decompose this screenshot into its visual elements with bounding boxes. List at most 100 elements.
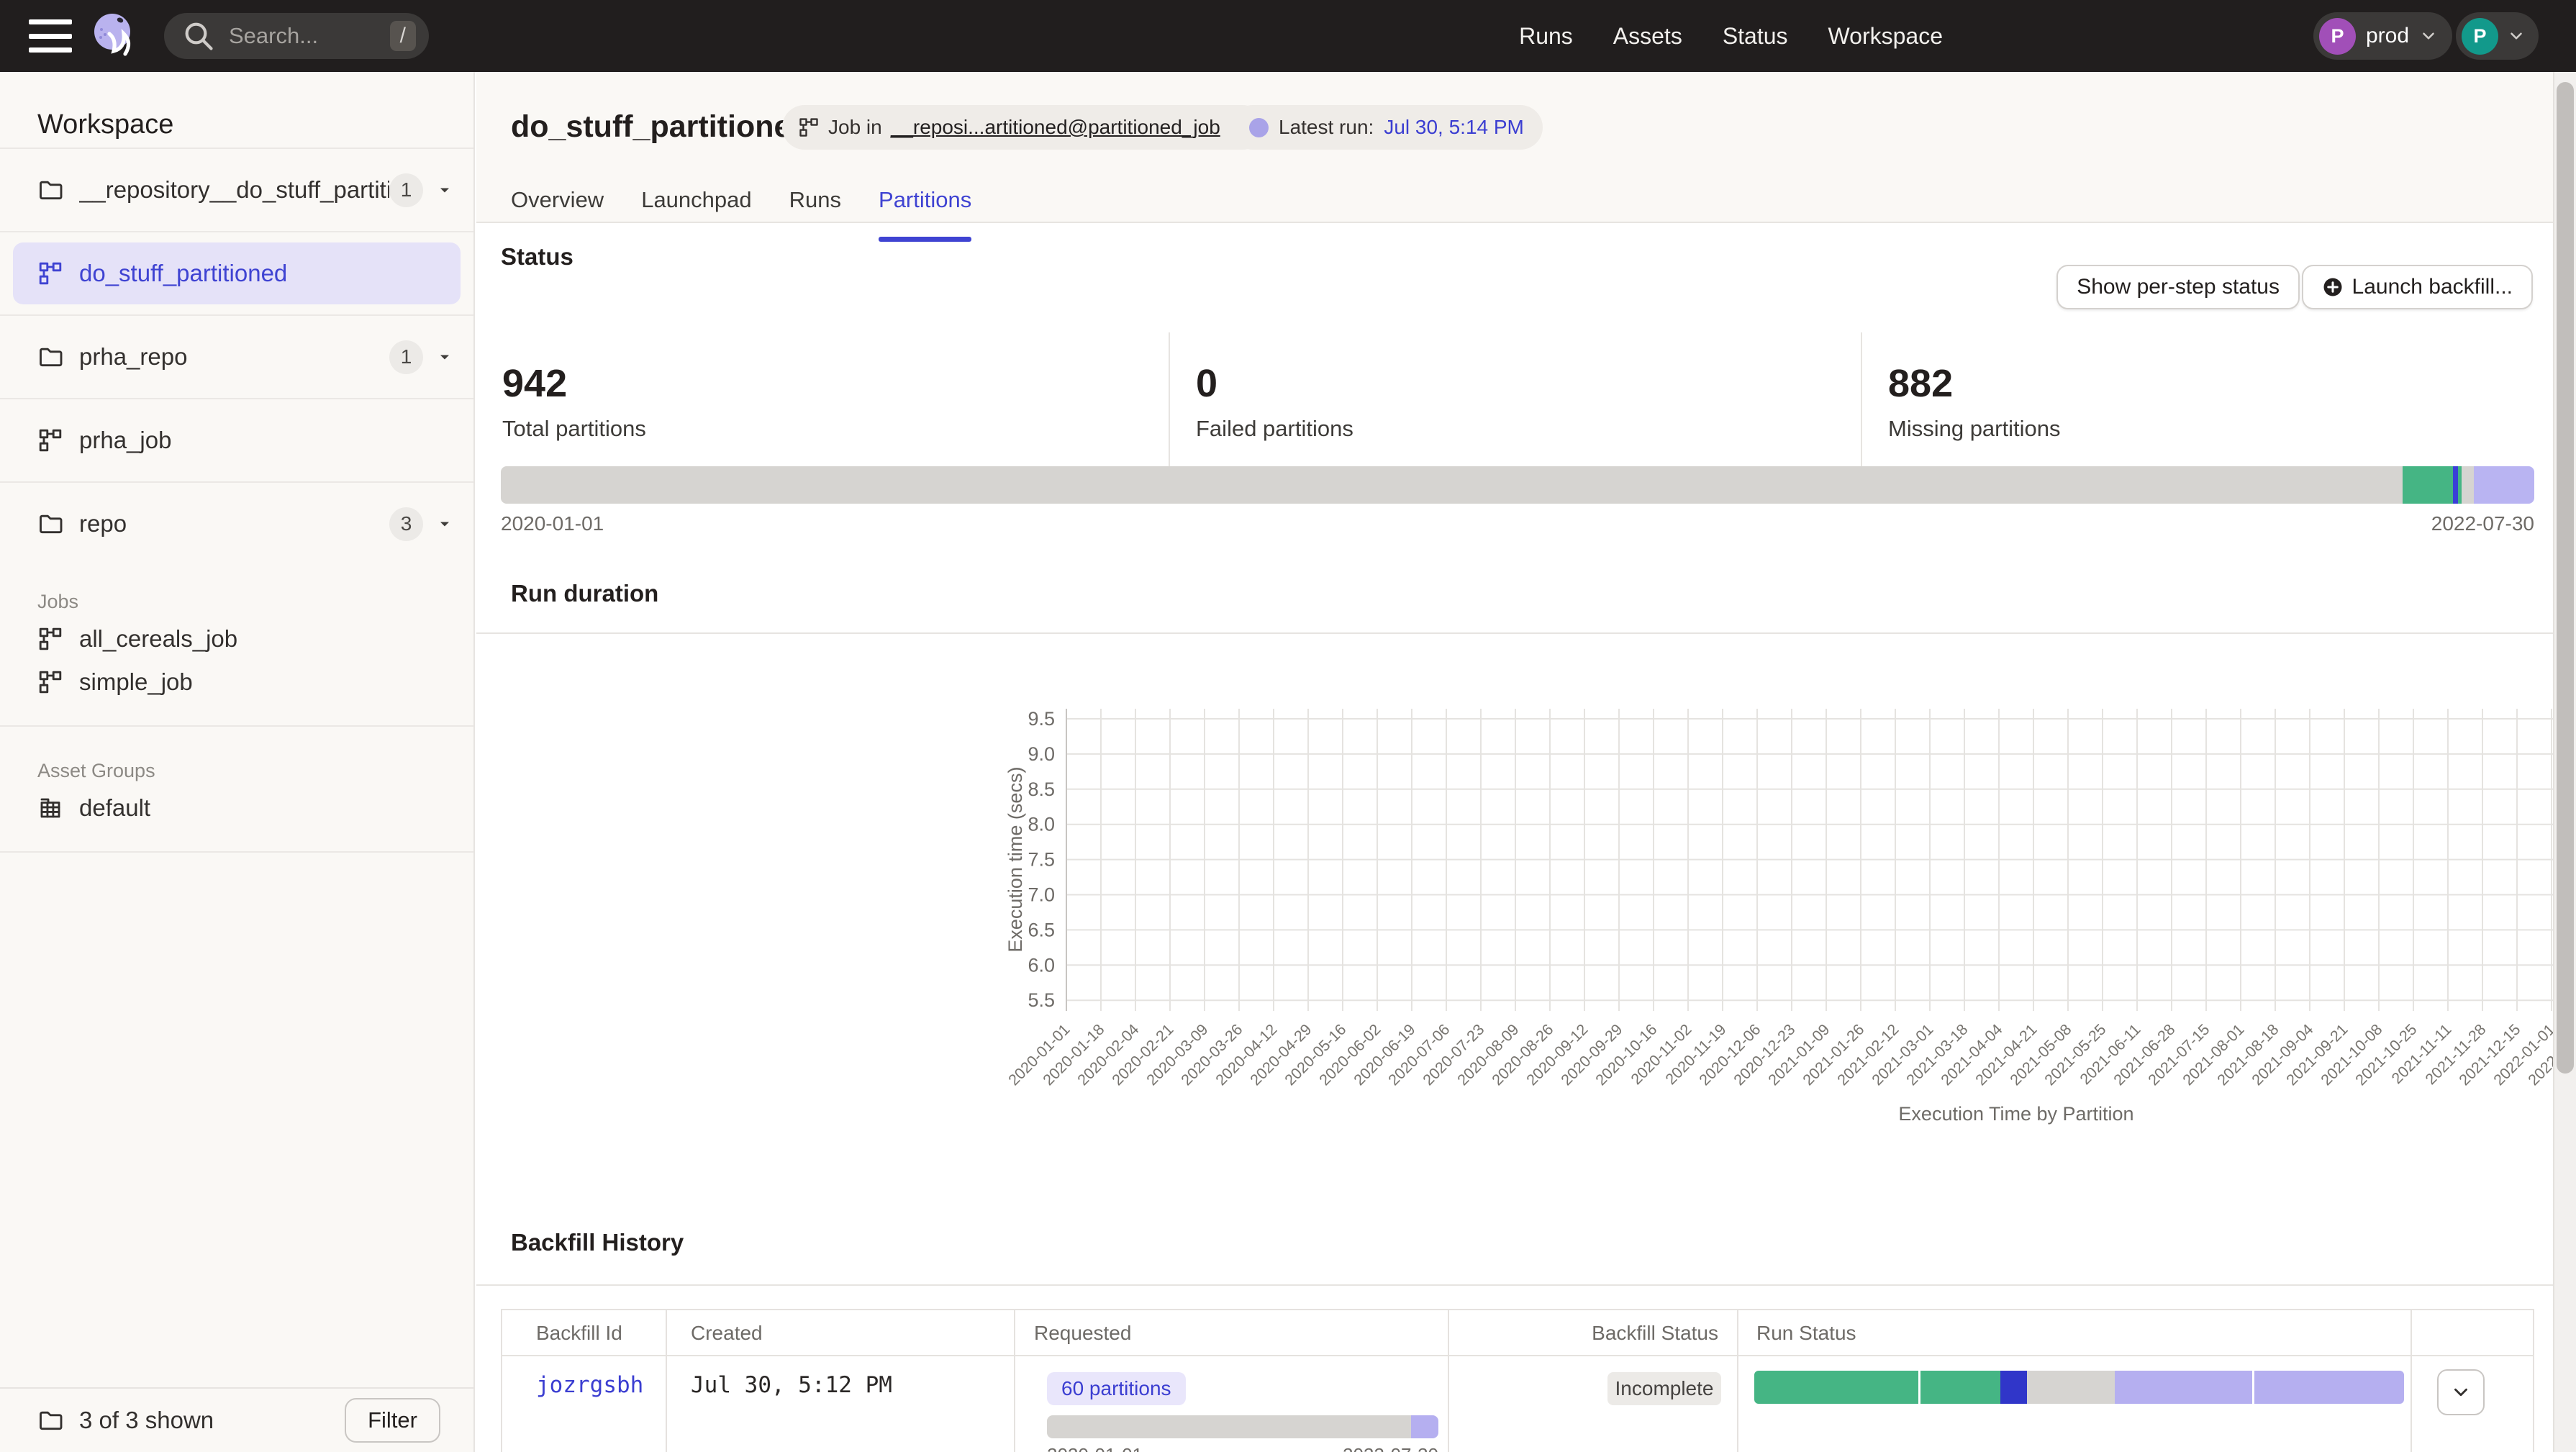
column-header-run-status: Run Status [1756, 1322, 1856, 1345]
sidebar-item-label: do_stuff_partitioned [79, 260, 473, 287]
scrollbar-thumb[interactable] [2557, 82, 2574, 1074]
tab-partitions[interactable]: Partitions [879, 187, 971, 223]
user-avatar: P [2462, 18, 2498, 55]
user-menu[interactable]: P [2456, 12, 2539, 60]
divider [0, 725, 473, 727]
bar-segment [1047, 1415, 1411, 1438]
table-header: Backfill IdCreatedRequestedBackfill Stat… [502, 1310, 2533, 1356]
column-header-backfill-id: Backfill Id [536, 1322, 622, 1345]
main-content: do_stuff_partitioned Job in __reposi...a… [476, 72, 2553, 1452]
stat-label: Missing partitions [1888, 416, 2533, 442]
expand-caret-icon[interactable] [436, 348, 453, 366]
expand-caret-icon[interactable] [436, 515, 453, 532]
folder-icon [37, 511, 63, 537]
sidebar-item-all-cereals-job[interactable]: all_cereals_job [0, 617, 473, 661]
dagster-app: Search... / Runs Assets Status Workspace P … [0, 0, 2576, 1452]
search-icon [178, 16, 219, 56]
grid-icon [37, 795, 63, 821]
chevron-down-icon [2507, 27, 2526, 45]
svg-text:9.0: 9.0 [1028, 743, 1055, 765]
svg-text:7.5: 7.5 [1028, 849, 1055, 871]
range-end: 2022-07-30 [1343, 1444, 1438, 1452]
run-duration-chart: 9.59.08.58.07.57.06.56.05.5Execution tim… [476, 633, 2553, 1209]
column-header-created: Created [691, 1322, 763, 1345]
launch-backfill-button[interactable]: Launch backfill... [2302, 265, 2533, 309]
repo-count-label: 3 of 3 shown [79, 1407, 345, 1434]
bar-segment [2474, 466, 2534, 504]
deployment-label: prod [2366, 24, 2409, 48]
column-divider [2411, 1310, 2412, 1452]
partition-range-end: 2022-07-30 [2431, 512, 2534, 535]
job-count-badge: 1 [389, 173, 423, 207]
requested-partitions-chip[interactable]: 60 partitions [1047, 1372, 1186, 1405]
partition-status-bar[interactable] [501, 466, 2534, 504]
sidebar-item--repository-do-stuff-partitio-[interactable]: __repository__do_stuff_partitio...1 [0, 148, 473, 231]
job-count-badge: 3 [389, 507, 423, 541]
nav-link-assets[interactable]: Assets [1613, 23, 1682, 50]
expand-caret-icon[interactable] [436, 181, 453, 199]
nav-link-runs[interactable]: Runs [1519, 23, 1573, 50]
bar-segment [1411, 1415, 1438, 1438]
hamburger-menu-icon[interactable] [29, 19, 72, 53]
top-nav: Search... / Runs Assets Status Workspace P … [0, 0, 2576, 72]
job-origin-link[interactable]: __reposi...artitioned@partitioned_job [891, 116, 1220, 139]
bar-segment [2254, 1371, 2404, 1404]
job-icon [798, 117, 820, 138]
requested-range-labels: 2020-01-01 2022-07-30 [1047, 1444, 1438, 1452]
backfill-status-tag: Incomplete [1607, 1372, 1721, 1405]
run-status-bar[interactable] [1754, 1371, 2404, 1404]
filter-button[interactable]: Filter [345, 1398, 440, 1443]
search-input[interactable]: Search... / [164, 13, 429, 59]
sidebar-title: Workspace [37, 109, 173, 140]
sidebar-item-label: simple_job [79, 668, 193, 696]
sidebar-item-label: default [79, 794, 150, 822]
divider [0, 851, 473, 853]
nav-link-workspace[interactable]: Workspace [1828, 23, 1943, 50]
column-divider [1448, 1310, 1449, 1452]
page-title: do_stuff_partitioned [511, 109, 810, 145]
nav-link-status[interactable]: Status [1723, 23, 1788, 50]
sidebar-item-repo[interactable]: repo3 [0, 481, 473, 565]
bar-segment [1920, 1371, 2000, 1404]
created-cell: Jul 30, 5:12 PM [691, 1372, 892, 1398]
range-start: 2020-01-01 [1047, 1444, 1143, 1452]
stat-total-partitions: 942 Total partitions [476, 332, 1169, 466]
job-origin-chip: Job in __reposi...artitioned@partitioned… [782, 105, 1265, 150]
deployment-switcher[interactable]: P prod [2313, 12, 2452, 60]
job-tabs: Overview Launchpad Runs Partitions [511, 187, 971, 223]
search-placeholder: Search... [229, 23, 390, 49]
sidebar-item-label: prha_repo [79, 343, 389, 371]
bar-segment [2115, 1371, 2252, 1404]
tab-overview[interactable]: Overview [511, 187, 604, 223]
job-icon [37, 427, 63, 453]
tab-launchpad[interactable]: Launchpad [641, 187, 751, 223]
stat-label: Total partitions [502, 416, 1169, 442]
partition-stats: 942Total partitions0Failed partitions882… [476, 332, 2533, 466]
search-shortcut-key: / [390, 21, 416, 51]
sidebar-item-do-stuff-partitioned[interactable]: do_stuff_partitioned [0, 231, 473, 314]
bar-segment [2000, 1371, 2027, 1404]
job-icon [37, 260, 63, 286]
svg-text:8.5: 8.5 [1028, 779, 1055, 800]
repo-list: __repository__do_stuff_partitio...1 do_st… [0, 148, 473, 565]
svg-text:Execution Time by Partition: Execution Time by Partition [1898, 1103, 2133, 1125]
svg-text:8.0: 8.0 [1028, 814, 1055, 835]
sidebar-item-simple-job[interactable]: simple_job [0, 661, 473, 704]
stat-value: 882 [1888, 361, 2533, 406]
sidebar-item-prha-repo[interactable]: prha_repo1 [0, 314, 473, 398]
sidebar-item-default[interactable]: default [0, 786, 473, 830]
latest-run-label: Latest run: [1279, 116, 1374, 139]
sidebar-item-prha-job[interactable]: prha_job [0, 398, 473, 481]
scrollbar-track[interactable] [2553, 72, 2576, 1452]
stat-value: 942 [502, 361, 1169, 406]
show-per-step-status-button[interactable]: Show per-step status [2056, 265, 2300, 309]
requested-range-bar [1047, 1415, 1438, 1438]
row-expand-button[interactable] [2437, 1369, 2485, 1415]
dagster-logo[interactable] [92, 12, 137, 60]
backfill-id-link[interactable]: jozrgsbh [536, 1372, 643, 1398]
svg-text:5.5: 5.5 [1028, 989, 1055, 1011]
latest-run-link[interactable]: Jul 30, 5:14 PM [1384, 116, 1524, 139]
sidebar-item-label: __repository__do_stuff_partitio... [79, 176, 389, 204]
column-divider [1737, 1310, 1738, 1452]
tab-runs[interactable]: Runs [789, 187, 841, 223]
